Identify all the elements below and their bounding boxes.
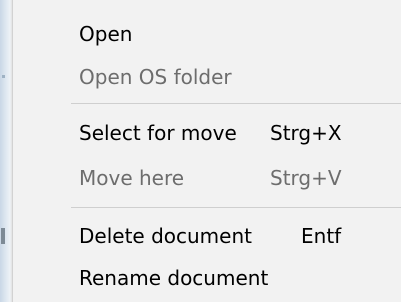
- menu-item-shortcut: Entf: [301, 224, 342, 248]
- menu-item-open-os-folder: Open OS folder: [13, 57, 401, 97]
- menu-item-open[interactable]: Open: [13, 14, 401, 54]
- menu-item-select-for-move[interactable]: Select for move Strg+X: [13, 113, 401, 153]
- context-menu: Open Open OS folder Select for move Strg…: [12, 0, 401, 302]
- menu-item-label: Open: [79, 22, 133, 46]
- menu-item-move-here: Move here Strg+V: [13, 158, 401, 198]
- menu-item-rename-document[interactable]: Rename document: [13, 258, 401, 298]
- menu-separator: [71, 207, 401, 208]
- menu-item-shortcut: Strg+X: [270, 121, 342, 145]
- tree-expander-mark: [1, 228, 5, 244]
- tree-connector-mark: [2, 75, 5, 78]
- screen: Open Open OS folder Select for move Strg…: [0, 0, 401, 302]
- menu-separator: [71, 103, 401, 104]
- menu-item-label: Delete document: [79, 224, 252, 248]
- menu-item-label: Open OS folder: [79, 65, 232, 89]
- background-window-edge: [0, 0, 12, 302]
- menu-item-label: Rename document: [79, 266, 269, 290]
- menu-item-delete-document[interactable]: Delete document Entf: [13, 216, 401, 256]
- menu-item-label: Select for move: [79, 121, 237, 145]
- menu-item-shortcut: Strg+V: [270, 166, 342, 190]
- menu-item-label: Move here: [79, 166, 185, 190]
